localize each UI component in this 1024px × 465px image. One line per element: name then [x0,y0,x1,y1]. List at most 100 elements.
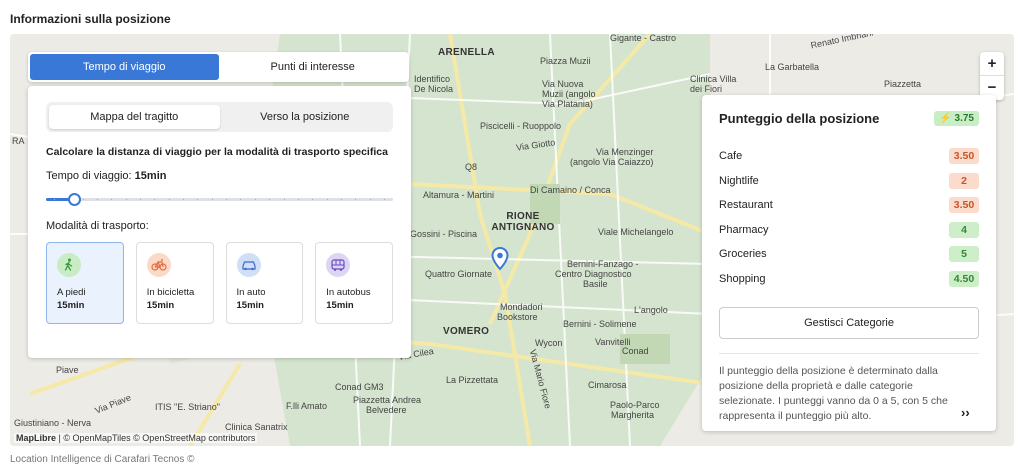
category-score: 4.50 [949,270,979,287]
category-score: 5 [949,246,979,263]
map-label-piazza-muzii: Piazza Muzii [540,56,591,66]
divider [719,353,979,354]
category-name: Restaurant [719,199,773,212]
map-label-via-menzinger-2: (angolo Via Caiazzo) [570,157,654,167]
slider-tick [197,199,199,200]
bus-icon [326,253,351,277]
map-label-bernini-fanzago: Bernini-Fanzago - [567,259,639,269]
car-icon [236,253,261,277]
map-label-clinica-villa: Clinica Villa [690,74,737,84]
map-label-paolo-parco: Paolo-Parco [610,400,660,410]
slider-tick [340,199,342,200]
chevron-double-right-icon[interactable]: ›› [961,405,970,420]
map-label-basile: Basile [583,279,608,289]
map-label-belvedere: Belvedere [366,405,407,415]
slider-tick [226,199,228,200]
map-label-dei-fiori: dei Fiori [690,84,723,94]
attribution-brand[interactable]: MapLibre [16,433,56,443]
travel-time-value: 15min [134,170,167,182]
map-label-piscicelli: Piscicelli - Ruoppolo [480,121,562,131]
category-name: Pharmacy [719,223,769,236]
category-name: Shopping [719,272,766,285]
score-header: Punteggio della posizione ⚡ 3.75 [719,111,979,126]
slider-tick [211,199,213,200]
slider-tick [82,199,84,200]
mode-car[interactable]: In auto 15min [225,242,304,324]
slider-tick [283,199,285,200]
mode-bicycle[interactable]: In bicicletta 15min [135,242,214,324]
score-explanation: Il punteggio della posizione è determina… [719,364,979,424]
slider-tick [326,199,328,200]
slider-tick [125,199,127,200]
segment-to-location[interactable]: Verso la posizione [220,105,391,129]
mode-name: A piedi [57,287,86,298]
slider-tick [369,199,371,200]
map-label-via-nuova: Via Nuova [542,79,584,89]
segment-route-map[interactable]: Mappa del tragitto [49,105,220,129]
map-label-via-nuova-3: Via Platania) [542,99,593,109]
map-label-margherita: Margherita [611,410,655,420]
map-label-giustiniano: Giustiniano - Nerva [14,418,92,428]
location-score-panel: Punteggio della posizione ⚡ 3.75 Cafe 3.5… [702,95,996,431]
category-score: 3.50 [949,197,979,214]
map-label-via-nuova-2: Muzii (angolo [542,89,596,99]
map-label-itis: ITIS "E. Striano" [155,402,220,412]
tab-travel-time[interactable]: Tempo di viaggio [30,54,219,80]
panel-tabs: Tempo di viaggio Punti di interesse [28,52,409,82]
category-row: Nightlife 2 [719,169,979,194]
map-label-gossini: Gossini - Piscina [410,229,478,239]
travel-card: Mappa del tragitto Verso la posizione Ca… [28,86,411,358]
category-row: Restaurant 3.50 [719,193,979,218]
map-label-centro-diag: Centro Diagnostico [555,269,632,279]
category-score: 4 [949,221,979,238]
slider-tick [154,199,156,200]
travel-heading: Calcolare la distanza di viaggio per la … [46,146,388,158]
location-pin-icon[interactable] [491,246,509,276]
mode-name: In auto [236,287,266,298]
travel-time: Tempo di viaggio: 15min [46,170,393,182]
map-label-via-menzinger: Via Menzinger [596,147,654,157]
transport-modes: A piedi 15min In bicicletta 15min In aut… [46,242,393,324]
map-label-identifico: Identifico [414,74,451,84]
map-label-de-nicola: De Nicola [414,84,454,94]
map-label-fili-amato: F.lli Amato [286,401,328,411]
slider-tick [355,199,357,200]
modes-label: Modalità di trasporto: [46,220,149,232]
map-label-piazzetta: Piazzetta [884,79,922,89]
travel-time-slider[interactable] [46,192,393,206]
slider-thumb[interactable] [67,193,81,206]
category-score: 3.50 [949,148,979,165]
zoom-in-button[interactable]: + [980,52,1004,76]
category-name: Cafe [719,150,743,163]
map-label-langolo: L'angolo [634,305,668,315]
attribution-text: | © OpenMapTiles © OpenStreetMap contrib… [56,433,256,443]
tab-points-of-interest[interactable]: Punti di interesse [219,54,408,80]
slider-tick [183,199,185,200]
mode-bus[interactable]: In autobus 15min [315,242,393,324]
mode-name: In autobus [326,287,371,298]
travel-panel: Tempo di viaggio Punti di interesse Mapp… [28,52,411,358]
category-name: Groceries [719,248,767,261]
map-label-bernini-solimene: Bernini - Solimene [563,319,637,329]
map-label-conad: Conad [622,346,649,356]
map-label-quattro-giornate: Quattro Giornate [425,269,493,279]
mode-time: 15min [326,300,354,311]
score-title: Punteggio della posizione [719,111,880,126]
map-label-la-garbatella: La Garbatella [765,62,820,72]
section-title: Informazioni sulla posizione [10,12,171,26]
category-row: Pharmacy 4 [719,218,979,243]
explanation-text: Il punteggio della posizione è determina… [719,365,948,422]
mode-walk[interactable]: A piedi 15min [46,242,124,324]
map-label-gigante: Gigante - Castro [610,34,677,43]
category-list: Cafe 3.50 Nightlife 2 Restaurant 3.50 Pharm… [719,144,979,291]
map-label-wycon: Wycon [535,338,563,348]
map-label-mondadori: Mondadori [500,302,543,312]
map-label-altamura: Altamura - Martini [423,190,495,200]
manage-categories-button[interactable]: Gestisci Categorie [719,307,979,339]
map-label-di-camaino: Di Camaino / Conca [530,185,611,195]
mode-time: 15min [146,300,175,311]
slider-tick [140,199,142,200]
map-label-vomero: VOMERO [443,326,490,337]
map-label-pizzettata: La Pizzettata [446,375,499,385]
slider-ticks [46,199,393,200]
